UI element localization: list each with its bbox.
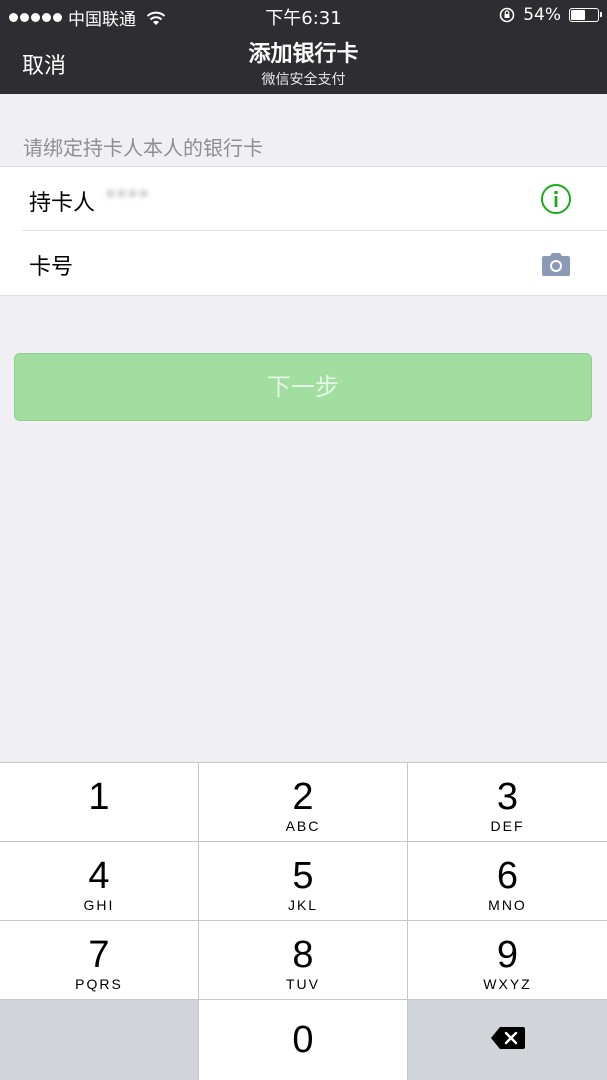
key-letters: GHI [83, 897, 115, 913]
card-number-label: 卡号 [29, 255, 74, 280]
key-letters: MNO [488, 897, 527, 913]
key-digit: 0 [292, 1019, 314, 1061]
cardholder-label: 持卡人 [29, 191, 96, 216]
key-6[interactable]: 6 MNO [408, 842, 607, 920]
key-digit: 3 [496, 776, 519, 818]
rotation-lock-icon [499, 7, 515, 23]
key-digit: 1 [88, 776, 110, 818]
battery-icon [569, 8, 602, 22]
top-bar: 中国联通 下午6:31 54% 取消 添加银行卡 微信安全支付 [0, 0, 607, 94]
key-5[interactable]: 5 JKL [199, 842, 407, 920]
key-9[interactable]: 9 WXYZ [408, 921, 607, 999]
battery-percent: 54% [523, 5, 561, 25]
card-number-input[interactable] [105, 241, 509, 287]
camera-icon[interactable] [540, 251, 572, 277]
status-bar: 中国联通 下午6:31 54% [0, 0, 607, 30]
key-8[interactable]: 8 TUV [199, 921, 407, 999]
key-letters: TUV [286, 976, 320, 992]
page-title: 添加银行卡 [248, 42, 359, 67]
key-1[interactable]: 1 [0, 763, 198, 841]
next-step-button[interactable]: 下一步 [14, 353, 592, 421]
delete-key[interactable] [408, 1000, 607, 1080]
status-right: 54% [499, 5, 602, 25]
key-0[interactable]: 0 [199, 1000, 407, 1080]
form-hint: 请绑定持卡人本人的银行卡 [23, 136, 263, 160]
key-3[interactable]: 3 DEF [408, 763, 607, 841]
key-4[interactable]: 4 GHI [0, 842, 198, 920]
card-form: 持卡人 **** 卡号 [0, 166, 607, 296]
key-digit: 2 [292, 776, 314, 818]
backspace-icon [491, 1027, 525, 1049]
page-subtitle: 微信安全支付 [261, 72, 346, 88]
key-7[interactable]: 7 PQRS [0, 921, 198, 999]
key-letters: ABC [285, 818, 321, 834]
battery-fill [571, 10, 585, 20]
key-digit: 6 [496, 855, 519, 897]
key-digit: 7 [88, 934, 110, 976]
key-digit: 9 [496, 934, 519, 976]
key-digit: 5 [292, 855, 314, 897]
cardholder-value: **** [105, 186, 149, 211]
key-digit: 8 [292, 934, 314, 976]
key-blank [0, 1000, 198, 1080]
key-letters: PQRS [75, 976, 123, 992]
key-digit: 4 [88, 855, 110, 897]
key-letters: JKL [287, 897, 319, 913]
numeric-keypad: 1 2 ABC 3 DEF 4 GHI 5 JKL 6 MNO 7 PQRS 8… [0, 762, 607, 1080]
card-number-row: 卡号 [0, 231, 607, 295]
cardholder-row: 持卡人 **** [0, 167, 607, 231]
info-icon[interactable] [540, 183, 572, 215]
key-letters: WXYZ [483, 976, 532, 992]
key-letters: DEF [490, 818, 525, 834]
key-2[interactable]: 2 ABC [199, 763, 407, 841]
